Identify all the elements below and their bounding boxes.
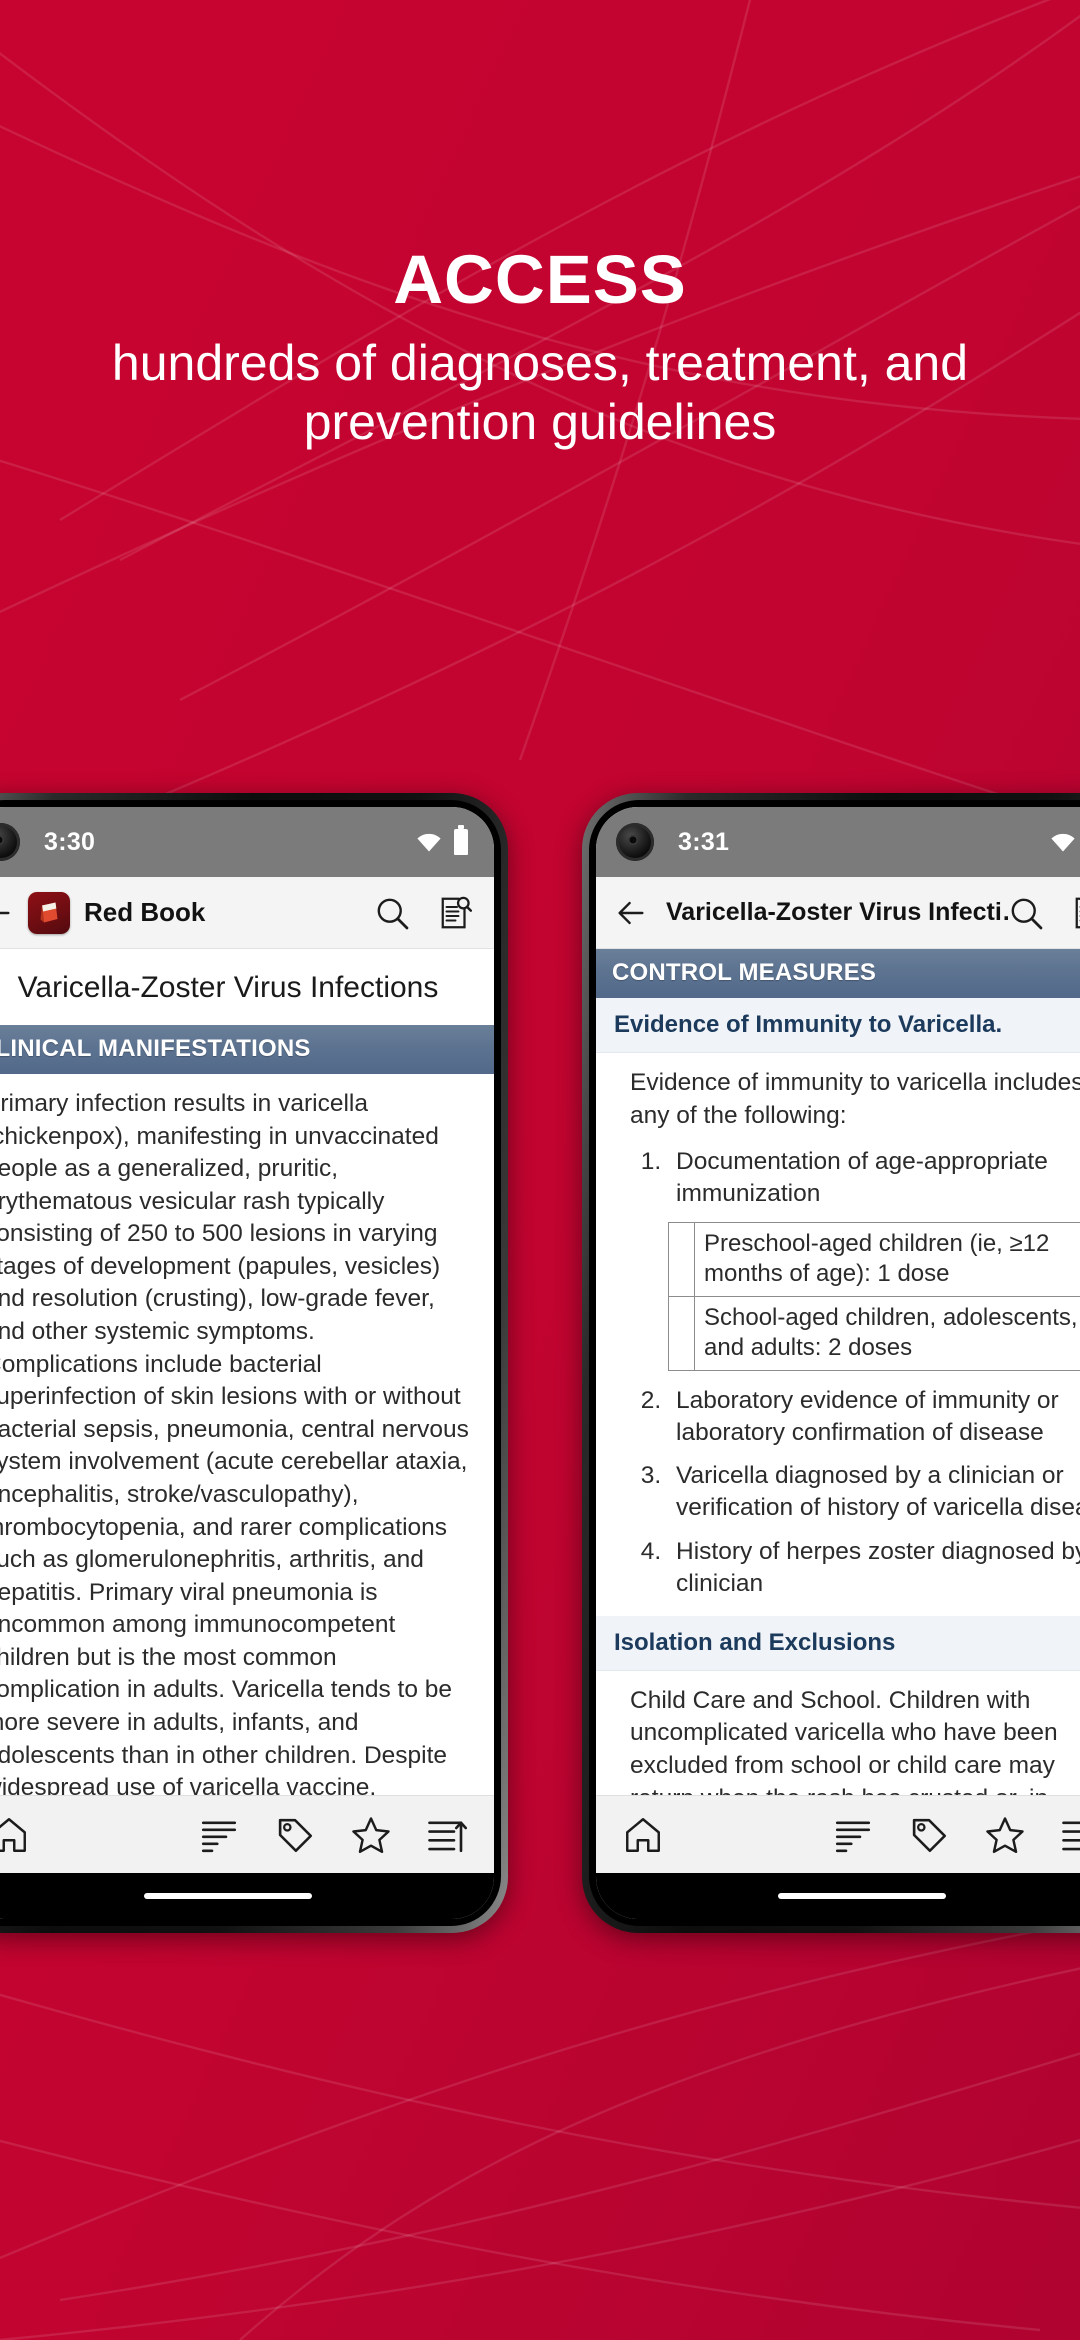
list-item: Varicella diagnosed by a clinician or ve… <box>668 1460 1080 1524</box>
red-book-logo-icon <box>28 891 70 934</box>
dose-table: Preschool-aged children (ie, ≥12 months … <box>668 1221 1080 1371</box>
toolbar-right-actions <box>832 1814 1080 1856</box>
tag-icon[interactable] <box>908 1814 950 1856</box>
home-icon[interactable] <box>622 1814 664 1856</box>
paragraph-part-1: Primary infection results in varicella (… <box>0 1090 469 1795</box>
toolbar-right-actions <box>198 1814 468 1856</box>
table-cell: School-aged children, adolescents, and a… <box>694 1295 1080 1371</box>
status-indicators <box>416 825 468 855</box>
hero-subtitle: hundreds of diagnoses, treatment, and pr… <box>111 335 969 450</box>
star-icon[interactable] <box>350 1814 392 1856</box>
status-indicators <box>1050 829 1080 855</box>
phone-screen-left: 3:30 Red Book Varicella-Zoster Virus Inf… <box>0 807 494 1919</box>
evidence-list-continued: Laboratory evidence of immunity or labor… <box>596 1385 1080 1600</box>
bottom-toolbar-right <box>596 1795 1080 1873</box>
status-bar: 3:30 <box>0 807 494 877</box>
list-item: Laboratory evidence of immunity or labor… <box>668 1385 1080 1449</box>
subheading-isolation-and-exclusions: Isolation and Exclusions <box>596 1615 1080 1671</box>
subheading-evidence-of-immunity: Evidence of Immunity to Varicella. <box>596 998 1080 1053</box>
back-arrow-icon[interactable] <box>0 896 14 930</box>
list-item: History of herpes zoster diagnosed by a … <box>668 1536 1080 1600</box>
outline-icon[interactable] <box>832 1814 874 1856</box>
app-bar-actions <box>374 895 472 931</box>
isolation-paragraph: Child Care and School. Children with unc… <box>630 1686 1058 1795</box>
intro-paragraph: Evidence of immunity to varicella includ… <box>630 1069 1080 1129</box>
section-band-clinical-manifestations: CLINICAL MANIFESTATIONS <box>0 1025 494 1074</box>
table-row: Preschool-aged children (ie, ≥12 months … <box>668 1221 1080 1297</box>
wifi-icon <box>1051 833 1075 851</box>
home-icon[interactable] <box>0 1814 30 1856</box>
search-icon[interactable] <box>374 895 410 931</box>
table-spacer-cell <box>668 1295 695 1371</box>
back-arrow-icon[interactable] <box>614 896 648 930</box>
bottom-toolbar-left <box>0 1795 494 1873</box>
jump-to-section-icon[interactable] <box>1060 1814 1080 1856</box>
document-body-right[interactable]: CONTROL MEASURES Evidence of Immunity to… <box>596 949 1080 1795</box>
search-icon[interactable] <box>1008 895 1044 931</box>
phone-mockup-left: 3:30 Red Book Varicella-Zoster Virus Inf… <box>0 793 508 1933</box>
list-item: Documentation of age-appropriate immuniz… <box>668 1146 1080 1210</box>
app-bar-actions <box>1008 895 1080 931</box>
wifi-icon <box>417 833 441 851</box>
document-title: Varicella-Zoster Virus Infections <box>17 971 439 1004</box>
evidence-list: Documentation of age-appropriate immuniz… <box>596 1146 1080 1210</box>
outline-icon[interactable] <box>198 1814 240 1856</box>
document-body-left[interactable]: Varicella-Zoster Virus Infections CLINIC… <box>0 949 494 1795</box>
hero-text-block: ACCESS hundreds of diagnoses, treatment,… <box>0 245 1080 452</box>
android-nav-gesture-bar[interactable] <box>0 1873 494 1919</box>
status-clock: 3:30 <box>44 827 96 856</box>
status-bar: 3:31 <box>596 807 1080 877</box>
front-camera-punch-hole <box>0 823 20 861</box>
app-bar-title: Varicella-Zoster Virus Infecti… <box>666 898 1008 926</box>
brand-block[interactable]: Red Book <box>28 891 206 934</box>
front-camera-punch-hole <box>616 823 654 861</box>
hero-title: ACCESS <box>393 241 687 318</box>
app-bar-right: Varicella-Zoster Virus Infecti… <box>596 877 1080 949</box>
android-nav-gesture-bar[interactable] <box>596 1873 1080 1919</box>
jump-to-section-icon[interactable] <box>426 1814 468 1856</box>
status-clock: 3:31 <box>678 827 730 856</box>
table-row: School-aged children, adolescents, and a… <box>668 1295 1080 1371</box>
table-cell: Preschool-aged children (ie, ≥12 months … <box>694 1221 1080 1297</box>
phone-screen-right: 3:31 Varicella-Zoster Virus Infecti… CON… <box>596 807 1080 1919</box>
brand-name-label: Red Book <box>84 897 206 927</box>
star-icon[interactable] <box>984 1814 1026 1856</box>
phone-mockup-right: 3:31 Varicella-Zoster Virus Infecti… CON… <box>582 793 1080 1933</box>
table-spacer-cell <box>668 1221 695 1297</box>
tag-icon[interactable] <box>274 1814 316 1856</box>
battery-icon <box>454 825 468 855</box>
document-search-icon[interactable] <box>436 895 472 931</box>
section-band-control-measures: CONTROL MEASURES <box>596 949 1080 998</box>
app-bar-left: Red Book <box>0 877 494 949</box>
document-search-icon[interactable] <box>1070 895 1080 931</box>
document-paragraph: Primary infection results in varicella (… <box>0 1074 494 1795</box>
